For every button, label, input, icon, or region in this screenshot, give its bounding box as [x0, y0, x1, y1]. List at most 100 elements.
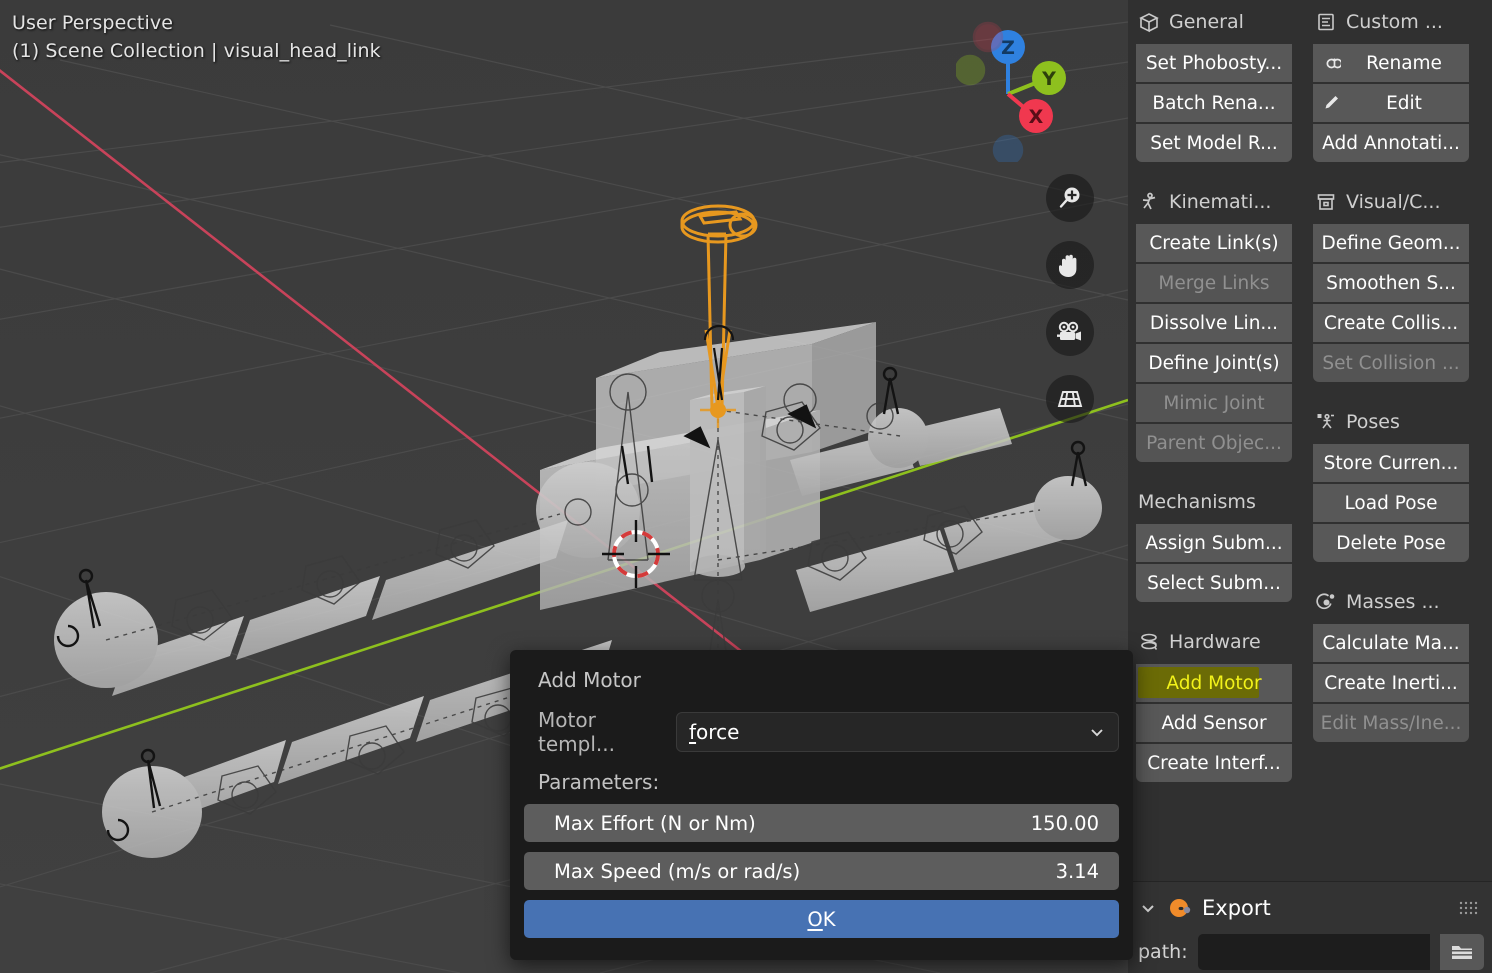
blender-phobos-window: User Perspective (1) Scene Collection | …: [0, 0, 1492, 973]
edit-mass-inertia-button: Edit Mass/Ine...: [1313, 704, 1469, 742]
grid-icon[interactable]: [1046, 375, 1094, 423]
gizmo-label-x: X: [1029, 106, 1044, 128]
load-pose-button[interactable]: Load Pose: [1313, 484, 1469, 522]
add-annotation-button[interactable]: Add Annotati...: [1313, 124, 1469, 162]
panel-column-right: Custom ... Rename Edit Add An: [1313, 0, 1469, 800]
viewport-tool-buttons: [1046, 174, 1094, 423]
zoom-icon[interactable]: [1046, 174, 1094, 222]
group-kinematics: Kinemati... Create Link(s) Merge Links D…: [1136, 180, 1292, 462]
create-interface-button[interactable]: Create Interf...: [1136, 744, 1292, 782]
dissolve-links-button[interactable]: Dissolve Lin...: [1136, 304, 1292, 342]
delete-pose-button[interactable]: Delete Pose: [1313, 524, 1469, 562]
export-header[interactable]: Export: [1128, 882, 1492, 934]
dialog-title: Add Motor: [524, 650, 1119, 692]
group-visual-collision-title: Visual/C...: [1346, 191, 1441, 213]
group-hardware-title: Hardware: [1169, 631, 1261, 653]
add-motor-dialog[interactable]: Add Motor Motor templ... force Parameter…: [510, 650, 1133, 960]
archive-icon: [1315, 191, 1337, 213]
chevron-down-icon[interactable]: [1138, 898, 1158, 918]
mimic-joint-button: Mimic Joint: [1136, 384, 1292, 422]
folder-icon[interactable]: [1440, 934, 1484, 970]
chevron-down-icon[interactable]: [1088, 723, 1106, 741]
gizmo-label-y: Y: [1041, 68, 1056, 90]
export-section: Export path:: [1128, 881, 1492, 973]
group-poses-title: Poses: [1346, 411, 1400, 433]
group-mechanisms: Mechanisms Assign Subm... Select Subm...: [1136, 480, 1292, 602]
ok-button[interactable]: OK: [524, 900, 1119, 938]
motor-template-label: Motor templ...: [524, 708, 676, 756]
max-effort-value: 150.00: [1031, 812, 1099, 835]
group-custom-header: Custom ...: [1313, 0, 1469, 44]
grip-dots-icon[interactable]: [1458, 900, 1478, 916]
export-title: Export: [1202, 896, 1271, 920]
camera-icon[interactable]: [1046, 308, 1094, 356]
max-speed-label: Max Speed (m/s or rad/s): [554, 860, 800, 883]
export-path-input[interactable]: [1198, 934, 1430, 970]
motor-template-select[interactable]: force: [676, 712, 1119, 752]
rename-button[interactable]: Rename: [1313, 44, 1469, 82]
group-mechanisms-title: Mechanisms: [1138, 491, 1256, 513]
export-path-row: path:: [1128, 934, 1492, 970]
kinematics-icon: [1138, 191, 1160, 213]
cube-icon: [1138, 11, 1160, 33]
panel-columns: General Set Phobosty... Batch Rena... Se…: [1128, 0, 1492, 800]
group-masses-header: Masses ...: [1313, 580, 1469, 624]
batch-rename-button[interactable]: Batch Rena...: [1136, 84, 1292, 122]
panel-column-left: General Set Phobosty... Batch Rena... Se…: [1136, 0, 1292, 800]
group-mechanisms-header: Mechanisms: [1136, 480, 1292, 524]
letter-a-icon: [1321, 53, 1341, 73]
gizmo-axis-neg-z[interactable]: [994, 136, 1022, 162]
set-collision-group-button: Set Collision ...: [1313, 344, 1469, 382]
group-general-title: General: [1169, 11, 1244, 33]
group-poses: Poses Store Curren... Load Pose Delete P…: [1313, 400, 1469, 562]
motor-template-value: force: [689, 720, 739, 744]
group-hardware: Hardware Add Motor Add Sensor Create Int…: [1136, 620, 1292, 782]
group-custom-title: Custom ...: [1346, 11, 1443, 33]
create-collision-button[interactable]: Create Collis...: [1313, 304, 1469, 342]
assign-submechanism-button[interactable]: Assign Subm...: [1136, 524, 1292, 562]
group-general: General Set Phobosty... Batch Rena... Se…: [1136, 0, 1292, 162]
navigation-gizmo[interactable]: Z Y X: [956, 12, 1066, 162]
define-geometry-button[interactable]: Define Geom...: [1313, 224, 1469, 262]
motor-template-row: Motor templ... force: [524, 708, 1119, 756]
select-submechanism-button[interactable]: Select Subm...: [1136, 564, 1292, 602]
group-general-header: General: [1136, 0, 1292, 44]
edit-button[interactable]: Edit: [1313, 84, 1469, 122]
group-kinematics-title: Kinemati...: [1169, 191, 1271, 213]
gizmo-label-z: Z: [1001, 37, 1015, 59]
add-sensor-button[interactable]: Add Sensor: [1136, 704, 1292, 742]
group-masses: Masses ... Calculate Ma... Create Inerti…: [1313, 580, 1469, 742]
blender-orb-icon: [1168, 896, 1192, 920]
group-custom: Custom ... Rename Edit Add An: [1313, 0, 1469, 162]
gizmo-axis-neg-y[interactable]: [956, 56, 984, 84]
define-joints-button[interactable]: Define Joint(s): [1136, 344, 1292, 382]
group-masses-title: Masses ...: [1346, 591, 1440, 613]
parent-objects-button: Parent Objec...: [1136, 424, 1292, 462]
merge-links-button: Merge Links: [1136, 264, 1292, 302]
add-motor-button[interactable]: Add Motor: [1136, 664, 1292, 702]
group-visual-collision-header: Visual/C...: [1313, 180, 1469, 224]
set-model-root-button[interactable]: Set Model R...: [1136, 124, 1292, 162]
hardware-icon: [1138, 631, 1160, 653]
store-current-pose-button[interactable]: Store Curren...: [1313, 444, 1469, 482]
smoothen-surface-button[interactable]: Smoothen S...: [1313, 264, 1469, 302]
calculate-mass-button[interactable]: Calculate Ma...: [1313, 624, 1469, 662]
set-phobostype-button[interactable]: Set Phobosty...: [1136, 44, 1292, 82]
group-kinematics-header: Kinemati...: [1136, 180, 1292, 224]
masses-icon: [1315, 591, 1337, 613]
hand-icon[interactable]: [1046, 241, 1094, 289]
create-inertial-button[interactable]: Create Inerti...: [1313, 664, 1469, 702]
parameters-label: Parameters:: [524, 756, 1119, 794]
gizmo-axis-neg-x[interactable]: [974, 23, 1002, 51]
group-visual-collision: Visual/C... Define Geom... Smoothen S...…: [1313, 180, 1469, 382]
pencil-icon: [1321, 93, 1341, 113]
max-effort-field[interactable]: Max Effort (N or Nm) 150.00: [524, 804, 1119, 842]
group-hardware-header: Hardware: [1136, 620, 1292, 664]
pose-icon: [1315, 411, 1337, 433]
max-effort-label: Max Effort (N or Nm): [554, 812, 756, 835]
max-speed-field[interactable]: Max Speed (m/s or rad/s) 3.14: [524, 852, 1119, 890]
export-path-label: path:: [1138, 941, 1188, 963]
group-poses-header: Poses: [1313, 400, 1469, 444]
max-speed-value: 3.14: [1056, 860, 1099, 883]
create-links-button[interactable]: Create Link(s): [1136, 224, 1292, 262]
